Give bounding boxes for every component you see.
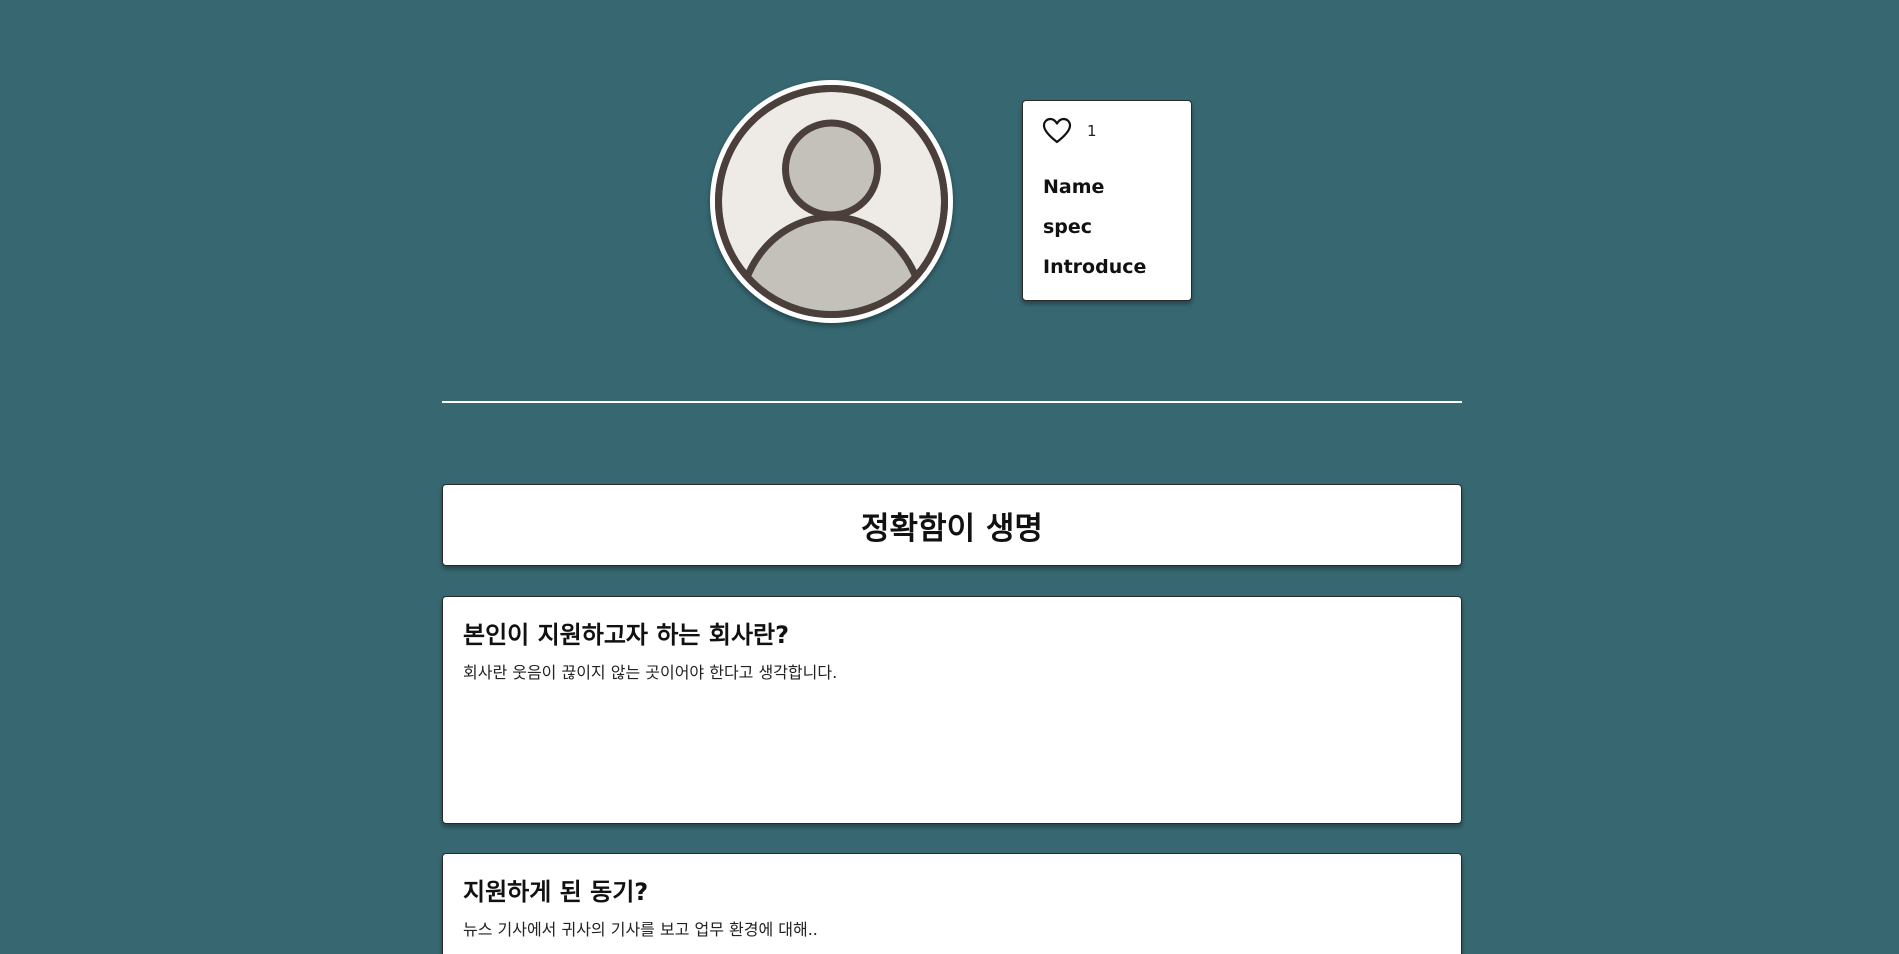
qa-question: 본인이 지원하고자 하는 회사란?: [463, 621, 790, 649]
motto-card: 정확함이 생명: [442, 484, 1462, 566]
profile-introduce-label: Introduce: [1043, 256, 1147, 278]
like-row: 1: [1042, 116, 1097, 146]
qa-question: 지원하게 된 동기?: [463, 878, 649, 906]
profile-spec-label: spec: [1043, 216, 1093, 238]
qa-answer: 뉴스 기사에서 귀사의 기사를 보고 업무 환경에 대해..: [463, 920, 818, 939]
like-count: 1: [1087, 122, 1097, 140]
qa-card: 지원하게 된 동기? 뉴스 기사에서 귀사의 기사를 보고 업무 환경에 대해.…: [442, 853, 1462, 954]
profile-info-card: 1 Name spec Introduce: [1022, 100, 1192, 301]
avatar: [710, 80, 953, 323]
qa-card: 본인이 지원하고자 하는 회사란? 회사란 웃음이 끊이지 않는 곳이어야 한다…: [442, 596, 1462, 824]
motto-title: 정확함이 생명: [861, 510, 1043, 547]
section-divider: [442, 401, 1462, 403]
profile-name-label: Name: [1043, 176, 1105, 198]
heart-icon[interactable]: [1042, 117, 1072, 145]
profile-page: 1 Name spec Introduce 정확함이 생명 본인이 지원하고자 …: [0, 0, 1899, 954]
profile-header: 1 Name spec Introduce: [0, 0, 1899, 340]
user-avatar-icon: [715, 85, 948, 318]
qa-answer: 회사란 웃음이 끊이지 않는 곳이어야 한다고 생각합니다.: [463, 663, 838, 682]
